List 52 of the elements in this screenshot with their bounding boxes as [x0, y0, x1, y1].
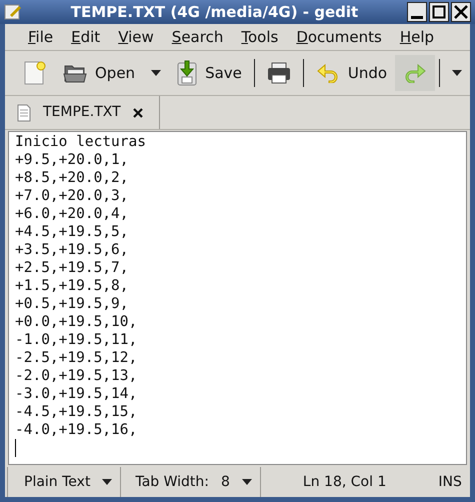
- undo-button[interactable]: Undo: [308, 55, 396, 91]
- insert-mode: INS: [438, 472, 462, 492]
- language-dropdown[interactable]: Plain Text: [7, 467, 122, 497]
- minimize-icon: [411, 16, 423, 19]
- text-line: +7.0,+20.0,3,: [15, 187, 130, 205]
- window-title: TEMPE.TXT (4G /media/4G) - gedit: [70, 2, 360, 23]
- text-line: +8.5,+20.0,2,: [15, 169, 130, 187]
- document-icon: [17, 104, 31, 122]
- text-line: -2.0,+19.5,13,: [15, 367, 138, 385]
- close-icon: [454, 5, 468, 19]
- menu-item[interactable]: Edit: [62, 26, 110, 48]
- printer-icon: [266, 62, 291, 84]
- text-line: +4.5,+19.5,5,: [15, 223, 130, 241]
- caret-icon: [242, 479, 252, 485]
- text-line: +0.0,+19.5,10,: [15, 313, 138, 331]
- text-line: +1.5,+19.5,8,: [15, 277, 130, 295]
- save-icon: [177, 60, 198, 86]
- text-line: +0.5,+19.5,9,: [15, 295, 130, 313]
- maximize-button[interactable]: [429, 2, 449, 22]
- folder-icon: [63, 63, 87, 83]
- caret-icon: [102, 479, 112, 485]
- text-line: Inicio lecturas: [15, 133, 147, 151]
- redo-arrow-icon: [403, 63, 428, 83]
- app-icon: [4, 3, 22, 21]
- new-document-icon: [23, 60, 47, 86]
- close-icon[interactable]: [132, 108, 143, 118]
- caret-icon: [452, 70, 462, 76]
- maximize-icon: [432, 5, 446, 19]
- text-editor[interactable]: [8, 131, 467, 465]
- menu-item[interactable]: Search: [162, 26, 232, 48]
- cursor-position: Ln 18, Col 1: [302, 472, 386, 492]
- tab-width-dropdown[interactable]: Tab Width: 8: [121, 467, 261, 497]
- caret-icon: [151, 70, 162, 76]
- menu-item[interactable]: Tools: [232, 26, 288, 48]
- close-button[interactable]: [451, 2, 471, 22]
- menu-item[interactable]: Help: [390, 26, 444, 48]
- undo-arrow-icon: [316, 63, 340, 83]
- text-line: -4.5,+19.5,15,: [15, 403, 138, 421]
- text-line: +6.0,+20.0,4,: [15, 205, 130, 223]
- text-line: -4.0,+19.5,16,: [15, 421, 138, 439]
- menu-item[interactable]: File: [19, 26, 62, 48]
- text-line: -3.0,+19.5,14,: [15, 385, 138, 403]
- save-button[interactable]: Save: [169, 55, 250, 91]
- minimize-button[interactable]: [407, 2, 427, 22]
- text-line: +3.5,+19.5,6,: [15, 241, 130, 259]
- menu-item[interactable]: Documents: [287, 26, 391, 48]
- text-line: +9.5,+20.0,1,: [15, 151, 130, 169]
- text-line: -1.0,+19.5,11,: [15, 331, 138, 349]
- text-line: -2.5,+19.5,12,: [15, 349, 138, 367]
- menu-item[interactable]: View: [109, 26, 163, 48]
- open-button[interactable]: Open: [55, 55, 144, 91]
- text-line: +2.5,+19.5,7,: [15, 259, 130, 277]
